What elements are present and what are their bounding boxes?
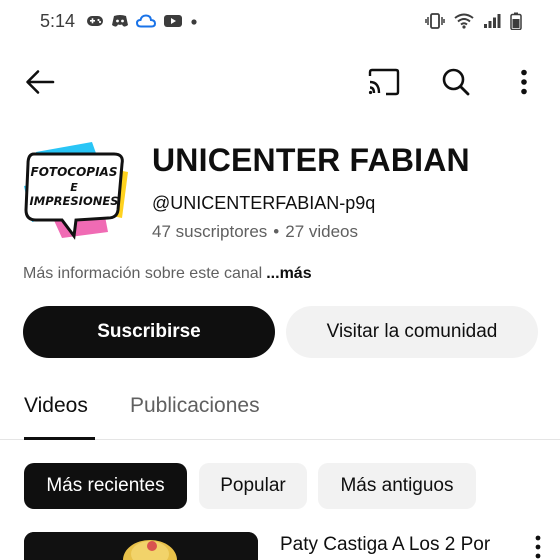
channel-name: UNICENTER FABIAN [152,142,470,178]
avatar-text-line3: IMPRESIONES [30,194,119,208]
tab-videos[interactable]: Videos [24,394,88,418]
cast-icon [368,68,400,96]
gamepad-icon [86,14,104,33]
subscribe-button[interactable]: Suscribirse [23,306,275,358]
filter-chip-popular[interactable]: Popular [199,463,307,509]
video-thumbnail-image [24,532,258,560]
wifi-icon [454,13,474,34]
video-menu-button[interactable] [526,534,550,560]
channel-tabs: Videos Publicaciones [0,384,560,440]
video-thumbnail[interactable] [24,532,258,560]
tab-posts[interactable]: Publicaciones [130,394,260,418]
battery-icon [510,12,522,35]
channel-logo: FOTOCOPIAS E IMPRESIONES [24,142,128,240]
vibrate-icon [425,13,445,34]
stats-separator: • [273,222,280,241]
more-vert-icon [521,69,527,95]
status-icons-right [425,12,522,35]
channel-about-more-link[interactable]: ...más [266,265,311,282]
back-button[interactable] [22,64,58,100]
video-title[interactable]: Paty Castiga A Los 2 Por [280,534,490,556]
cloud-icon [135,14,157,33]
channel-about[interactable]: Más información sobre este canal ...más [23,265,312,283]
filter-chip-oldest[interactable]: Más antiguos [318,463,476,509]
channel-avatar[interactable]: FOTOCOPIAS E IMPRESIONES [22,140,134,248]
visit-community-button[interactable]: Visitar la comunidad [286,306,538,358]
search-icon [442,68,470,96]
top-app-bar [0,56,560,108]
avatar-text-line2: E [70,181,78,194]
subscriber-count: 47 suscriptores [152,222,268,241]
signal-icon [483,13,501,34]
search-button[interactable] [436,64,476,100]
cast-button[interactable] [364,64,404,100]
dot-icon [190,14,198,33]
youtube-icon [163,14,183,33]
channel-about-text: Más información sobre este canal [23,265,263,282]
active-tab-indicator [24,437,95,440]
video-count: 27 videos [285,222,359,241]
filter-chip-latest[interactable]: Más recientes [24,463,187,509]
status-time: 5:14 [40,11,76,31]
status-icons-left [86,14,198,33]
discord-icon [111,14,129,33]
more-vert-icon [535,535,541,559]
channel-stats: 47 suscriptores • 27 videos [152,222,358,242]
avatar-text-line1: FOTOCOPIAS [31,165,118,179]
channel-handle: @UNICENTERFABIAN-p9q [152,193,376,213]
back-arrow-icon [26,70,55,94]
status-bar: 5:14 [0,0,560,44]
more-options-button[interactable] [508,64,540,100]
